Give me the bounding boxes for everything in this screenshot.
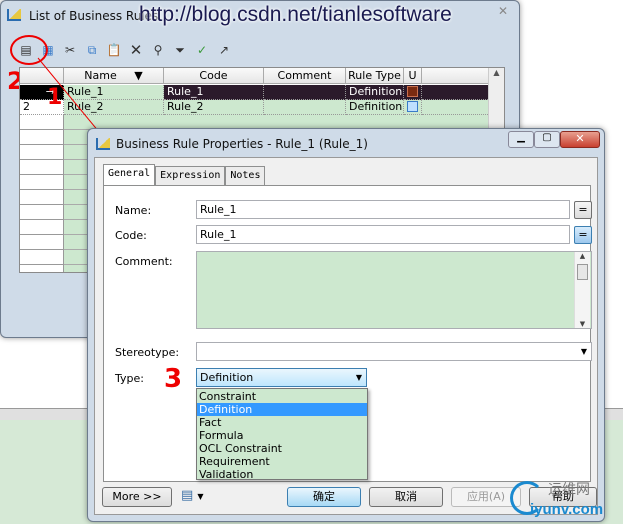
type-option[interactable]: Validation bbox=[197, 468, 367, 481]
type-dropdown-list: Constraint Definition Fact Formula OCL C… bbox=[196, 388, 368, 481]
help-button[interactable]: 帮助 bbox=[529, 487, 597, 507]
tab-expression[interactable]: Expression bbox=[155, 166, 226, 185]
ok-button[interactable]: 确定 bbox=[287, 487, 361, 507]
type-option[interactable]: Requirement bbox=[197, 455, 367, 468]
apply-button[interactable]: 应用(A) bbox=[451, 487, 521, 507]
stereotype-combo[interactable]: ▼ bbox=[196, 342, 592, 361]
type-select[interactable]: Definition ▼ bbox=[196, 368, 367, 387]
tab-general[interactable]: General bbox=[103, 164, 156, 185]
name-equals-button[interactable]: = bbox=[574, 201, 592, 219]
minimize-button[interactable]: ▁ bbox=[508, 131, 534, 148]
tab-strip: General Expression Notes bbox=[103, 164, 266, 185]
cancel-button[interactable]: 取消 bbox=[369, 487, 443, 507]
name-field[interactable]: Rule_1 bbox=[196, 200, 570, 219]
dialog-app-icon bbox=[96, 138, 110, 150]
tab-notes[interactable]: Notes bbox=[225, 166, 266, 185]
comment-label: Comment: bbox=[115, 255, 173, 268]
comment-scrollbar[interactable]: ▲ ▼ bbox=[574, 252, 590, 328]
dialog-title: Business Rule Properties - Rule_1 (Rule_… bbox=[116, 137, 368, 151]
comment-textarea[interactable] bbox=[196, 251, 592, 329]
client-area: General Expression Notes Name: Rule_1 = … bbox=[94, 157, 598, 515]
tab-panel: Name: Rule_1 = Code: Rule_1 = Comment: ▲… bbox=[103, 185, 592, 482]
annotation-1: 1 bbox=[47, 85, 63, 110]
chevron-down-icon: ▼ bbox=[580, 347, 587, 356]
type-option[interactable]: OCL Constraint bbox=[197, 442, 367, 455]
annotation-3: 3 bbox=[164, 364, 183, 394]
name-label: Name: bbox=[115, 204, 152, 217]
type-option[interactable]: Constraint bbox=[197, 390, 367, 403]
code-field[interactable]: Rule_1 bbox=[196, 225, 570, 244]
type-option[interactable]: Fact bbox=[197, 416, 367, 429]
type-option[interactable]: Definition bbox=[197, 403, 367, 416]
more-button[interactable]: More >> bbox=[102, 487, 172, 507]
document-menu-icon[interactable]: ▤ ▼ bbox=[181, 488, 204, 503]
code-label: Code: bbox=[115, 229, 147, 242]
maximize-button[interactable]: ▢ bbox=[534, 131, 560, 148]
stereotype-label: Stereotype: bbox=[115, 346, 180, 359]
close-button[interactable]: ✕ bbox=[560, 131, 600, 148]
type-label: Type: bbox=[115, 372, 144, 385]
code-equals-button[interactable]: = bbox=[574, 226, 592, 244]
type-option[interactable]: Formula bbox=[197, 429, 367, 442]
chevron-down-icon: ▼ bbox=[355, 373, 362, 382]
properties-dialog: Business Rule Properties - Rule_1 (Rule_… bbox=[87, 128, 605, 522]
